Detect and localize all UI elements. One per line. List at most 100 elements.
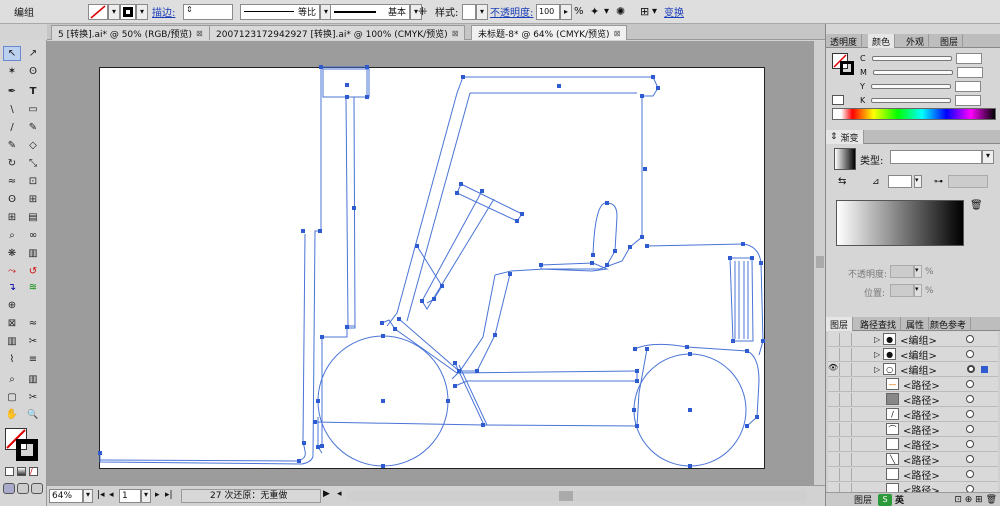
hand-tool-icon[interactable]: ✋ [3,407,21,422]
next-page-icon[interactable]: ▸ [155,490,160,500]
recolor-icon[interactable]: ✦ [590,3,599,20]
angle-field[interactable] [888,175,912,188]
opacity-label[interactable]: 不透明度: [490,3,533,20]
close-icon[interactable]: ⊠ [196,29,203,38]
document-canvas[interactable] [47,41,825,485]
page-field[interactable]: 1 [119,489,141,503]
curvature-tool-icon[interactable]: ↺ [24,264,42,279]
layer-row[interactable]: <路径> [828,392,998,407]
graphic-style-swatch[interactable]: ▾ [462,3,488,20]
chevron-down-icon[interactable]: ▾ [476,3,488,20]
fill-swatch[interactable]: ▾ [88,3,120,20]
chevron-down-icon[interactable]: ▾ [914,265,922,278]
aspect-ratio-field[interactable] [948,175,988,188]
status-menu-icon[interactable]: ▶ [323,489,330,499]
gradient-swatch[interactable] [834,148,856,170]
gradient-type-select[interactable] [890,150,982,164]
chevron-down-icon[interactable]: ▾ [108,3,120,20]
stroke-label[interactable]: 描边: [152,3,175,20]
close-icon[interactable]: ⊠ [452,29,459,38]
tab-doc-3[interactable]: 未标题-8* @ 64% (CMYK/预览) ⊠ [471,25,628,40]
reverse-gradient-icon[interactable]: ⇆ [838,176,846,187]
opacity-field[interactable]: 100 ▸ % [536,3,584,20]
settings-icon[interactable]: ✺ [616,3,625,20]
scissors-tool-icon[interactable]: ✂ [24,334,42,349]
stroke-swatch[interactable]: ▾ [120,3,148,20]
layer-row[interactable]: <路径> [828,482,998,492]
selection-tool-icon[interactable]: ↖ [3,46,21,61]
chevron-down-icon[interactable]: ▾ [652,3,657,20]
vertical-scrollbar[interactable] [813,41,825,485]
tab-doc-2[interactable]: 2007123172942927 [转换].ai* @ 100% (CMYK/预… [209,25,466,40]
scroll-left-icon[interactable]: ◂ [337,489,342,499]
shape-builder-tool-icon[interactable]: ʘ [3,192,21,207]
eraser-tool-icon[interactable]: ◇ [24,138,42,153]
chevron-down-icon[interactable]: ▾ [604,3,609,20]
first-page-icon[interactable]: |◂ [97,490,105,500]
lasso-tool-icon[interactable]: ʘ [24,64,42,79]
graph-tool-icon[interactable]: ▥ [24,246,42,261]
layer-row[interactable]: <路径> [828,467,998,482]
zoom-field[interactable]: 64% [49,489,83,503]
measure-tool-icon[interactable]: ▥ [24,372,42,387]
rotate-tool-icon[interactable]: ↻ [3,156,21,171]
trash-icon[interactable]: 🗑 [970,200,983,211]
list-icon[interactable]: ≡ [24,352,42,367]
knife-tool-icon[interactable]: ✂ [24,390,42,405]
ime-language[interactable]: 英 [895,493,904,506]
zoom-tool-icon[interactable]: 🔍 [24,407,42,422]
width-tool-icon[interactable]: ⤳ [3,264,21,279]
tab-gradient[interactable]: ⇕ 渐变 [826,130,864,144]
eyedropper-tool-2-icon[interactable]: ⌕ [3,372,21,387]
tab-doc-1[interactable]: 5 [转换].ai* @ 50% (RGB/预览) ⊠ [51,25,210,40]
color-mode-buttons[interactable]: / [5,467,41,478]
pencil-tool-icon[interactable]: ✎ [24,120,42,135]
chevron-right-icon[interactable]: ▸ [560,3,572,20]
direct-selection-tool-icon[interactable]: ↗ [24,46,42,61]
layer-row[interactable]: ▷ ● <编组> [828,347,998,362]
none-swatch[interactable] [832,95,844,105]
envelope-tool-icon[interactable]: ≈ [24,316,42,331]
slice-tool-icon[interactable]: ▢ [3,390,21,405]
type-tool-icon[interactable]: T [24,84,42,99]
tab-pathfinder[interactable]: 路径查找 [856,317,902,331]
cyan-slider-row[interactable]: C [860,52,996,64]
prev-page-icon[interactable]: ◂ [109,490,114,500]
crosshair-icon[interactable]: ⊕ [3,298,21,313]
free-transform-tool-icon[interactable]: ⊡ [24,174,42,189]
close-icon[interactable]: ⊠ [614,29,621,38]
artboard-tool-icon[interactable]: ⊠ [3,316,21,331]
column-graph-icon[interactable]: ▥ [3,334,21,349]
horizontal-scrollbar[interactable] [347,491,807,501]
screen-mode-buttons[interactable] [3,483,43,495]
mesh-tool-icon[interactable]: ⊞ [3,210,21,225]
layer-row[interactable]: 👁 ▷ ○ <编组> [828,362,998,377]
tab-appearance[interactable]: 外观 [902,34,930,48]
chevron-down-icon[interactable]: ▾ [141,489,151,503]
eyedropper-tool-icon[interactable]: ⌕ [3,228,21,243]
align-icon[interactable]: ⊞ [640,3,649,20]
layer-row[interactable]: ⌒ <路径> [828,422,998,437]
arrange-icon[interactable]: ⁜ [418,3,427,20]
reshape-tool-icon[interactable]: ↴ [3,280,21,295]
tab-attributes[interactable]: 属性 [902,317,930,331]
chevron-down-icon[interactable]: ▾ [982,150,994,164]
layer-row[interactable]: / <路径> [828,407,998,422]
warp-tool-icon[interactable]: ≈ [3,174,21,189]
rectangle-tool-icon[interactable]: ▭ [24,102,42,117]
stroke-color-widget[interactable] [16,439,38,461]
pen-tool-icon[interactable]: ✒ [3,84,21,99]
line-graph-icon[interactable]: ⌇ [3,352,21,367]
layer-actions-icon[interactable]: ⊡ ⊕ ⊞ 🗑 [954,495,997,505]
variable-width-profile[interactable]: 等比 ▾ [240,3,332,20]
layer-row[interactable]: — <路径> [828,377,998,392]
blob-brush-tool-icon[interactable]: ✎ [3,138,21,153]
gradient-tool-icon[interactable]: ▤ [24,210,42,225]
tab-color-guide[interactable]: 颜色参考 [926,317,972,331]
layer-row[interactable]: <路径> [828,437,998,452]
transform-link[interactable]: 变换 [664,3,684,20]
brush-tool-icon[interactable]: / [3,120,21,135]
color-stroke-swatch[interactable] [840,61,854,75]
stroke-weight-field[interactable]: ⇕ [183,3,233,20]
layer-row[interactable]: ╲ <路径> [828,452,998,467]
